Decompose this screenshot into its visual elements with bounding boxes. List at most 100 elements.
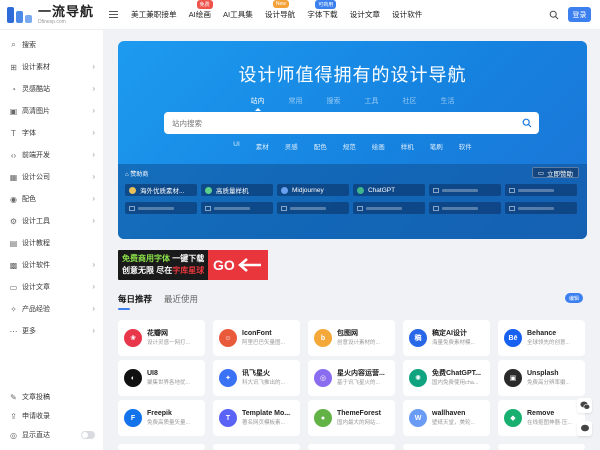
quick-link[interactable]: 配色 (314, 141, 327, 151)
sidebar-item[interactable]: T 字体 › (0, 125, 103, 141)
search-icon[interactable] (548, 9, 560, 21)
window-icon: ▭ (537, 169, 544, 177)
quick-link[interactable]: 灵感 (285, 141, 298, 151)
sidebar-item[interactable]: ✧ 产品经验 › (0, 301, 103, 317)
sidebar-item[interactable]: ⚙ 设计工具 › (0, 213, 103, 229)
site-card[interactable] (308, 444, 395, 450)
sidebar-bottom-item[interactable]: ◎ 显示直达 (0, 427, 103, 443)
quick-link[interactable]: UI (233, 141, 240, 151)
search-icon[interactable] (519, 115, 535, 131)
quick-link[interactable]: 样机 (401, 141, 414, 151)
site-card[interactable]: ✦ 讯飞星火 科大讯飞推出的... (213, 360, 300, 396)
site-card[interactable]: ◆ Remove 在线抠图神器·压... (498, 400, 585, 436)
quick-link[interactable]: 绘画 (372, 141, 385, 151)
search-tab[interactable]: 常用 (289, 96, 303, 106)
direct-toggle[interactable] (81, 431, 95, 439)
sidebar-item[interactable]: ▦ 设计公司 › (0, 169, 103, 185)
search-tab[interactable]: 生活 (441, 96, 455, 106)
site-card[interactable] (498, 444, 585, 450)
search-tab[interactable]: 站内 (251, 96, 265, 111)
search-tab[interactable]: 搜索 (327, 96, 341, 106)
sponsor-slot[interactable] (353, 202, 425, 214)
quick-links: UI 素材 灵感 配色 规范 绘画 样机 笔刷 软件 (118, 141, 587, 151)
nav-item[interactable]: 设计软件 (392, 9, 422, 20)
nav-item[interactable]: AI工具集 (223, 9, 253, 20)
sidebar-item[interactable]: ⌕ 搜索 (0, 37, 103, 53)
image-icon (129, 205, 135, 211)
site-card[interactable]: 稿稿定AI设计 海量免费素材模... (403, 320, 490, 356)
search-tab[interactable]: 社区 (403, 96, 417, 106)
site-card[interactable]: ◎ 星火内容运营... 基于讯飞星火的... (308, 360, 395, 396)
sidebar-item[interactable]: ⊞ 设计素材 › (0, 59, 103, 75)
sponsor-button[interactable]: ▭ 立即赞助 (531, 167, 579, 178)
sponsor-slot[interactable]: Midjourney (277, 184, 349, 196)
section-tab[interactable]: 最近使用 (164, 293, 198, 305)
sponsor-slot[interactable] (429, 202, 501, 214)
sidebar-item[interactable]: ▣ 高清图片 › (0, 103, 103, 119)
sponsor-slot[interactable]: 海外优质素材... (125, 184, 197, 196)
site-card[interactable]: F Freepik 免费高质量矢量... (118, 400, 205, 436)
site-card[interactable]: ✺ 免费ChatGPT... 国内免费使用cha... (403, 360, 490, 396)
quick-link[interactable]: 笔刷 (430, 141, 443, 151)
site-card[interactable] (403, 444, 490, 450)
sponsor-slot[interactable]: 高质量样机 (201, 184, 273, 196)
site-card[interactable]: ☺ IconFont 阿里巴巴矢量图... (213, 320, 300, 356)
more-icon: ⋯ (9, 326, 18, 336)
nav-item[interactable]: 美工兼职接单 (131, 9, 177, 20)
site-card[interactable] (213, 444, 300, 450)
font-ad-banner[interactable]: 免费商用字体 一键下载 创意无限 尽在字库星球 GO (118, 250, 268, 280)
edit-icon: ✎ (10, 392, 17, 402)
nav-item[interactable]: 字体下载 可商用 (307, 0, 338, 20)
sidebar-bottom-item[interactable]: ⇪ 申请收录 (0, 408, 103, 424)
site-card[interactable]: ❀ 花瓣网 设计灵感一网打... (118, 320, 205, 356)
sponsor-slot[interactable]: ChatGPT (353, 184, 425, 196)
site-card[interactable]: b 包图网 创意设计素材的... (308, 320, 395, 356)
sponsor-label: Midjourney (292, 186, 324, 194)
placeholder-bar (138, 206, 174, 210)
sidebar-item-label: 搜索 (22, 42, 36, 49)
sidebar-bottom-item[interactable]: ✎ 文章投稿 (0, 389, 103, 405)
sidebar-item[interactable]: ‹› 前端开发 › (0, 147, 103, 163)
sponsor-slot[interactable] (429, 184, 501, 196)
site-card[interactable]: T Template Mo... 著名网页模板素... (213, 400, 300, 436)
site-name: wallhaven (432, 410, 466, 417)
nav-item[interactable]: 设计文章 (350, 9, 380, 20)
sidebar-item[interactable]: ⋯ 更多 › (0, 323, 103, 339)
site-card[interactable]: Bē Behance 全球领先的创意... (498, 320, 585, 356)
site-card[interactable]: ● ThemeForest 国内最大的网站... (308, 400, 395, 436)
site-name: Remove (527, 410, 555, 417)
nav-item-label: 设计文章 (349, 10, 381, 19)
menu-icon[interactable] (106, 8, 120, 22)
nav-item[interactable]: 设计导航 New (265, 0, 295, 20)
site-card[interactable]: ◐ UI8 聚集世界各地优... (118, 360, 205, 396)
sidebar-item[interactable]: ▤ 设计教程 (0, 235, 103, 251)
sponsor-slot[interactable] (277, 202, 349, 214)
site-name: Unsplash (527, 370, 559, 377)
sidebar-item[interactable]: ◔ 灵感酷站 › (0, 81, 103, 97)
login-button[interactable]: 登录 (568, 7, 591, 22)
site-card[interactable]: ▣ Unsplash 免费高分辨率摄... (498, 360, 585, 396)
hero-search-input[interactable] (172, 118, 519, 128)
wechat-icon[interactable] (577, 398, 592, 413)
site-logo-icon: b (314, 329, 332, 347)
site-card[interactable] (118, 444, 205, 450)
chat-icon[interactable] (577, 421, 592, 436)
quick-link[interactable]: 素材 (256, 141, 269, 151)
search-icon: ⌕ (11, 40, 16, 49)
sponsor-slot[interactable] (201, 202, 273, 214)
section-tab[interactable]: 每日推荐 (118, 293, 152, 310)
sponsor-slot[interactable] (125, 202, 197, 214)
sponsor-label: 高质量样机 (216, 188, 249, 195)
sponsor-slot[interactable] (505, 202, 577, 214)
sidebar-item[interactable]: ◉ 配色 › (0, 191, 103, 207)
site-card[interactable]: Wwallhaven 壁纸天堂，美轮... (403, 400, 490, 436)
edit-button[interactable]: 编辑 (565, 293, 584, 303)
quick-link[interactable]: 软件 (459, 141, 472, 151)
quick-link[interactable]: 规范 (343, 141, 356, 151)
search-tab[interactable]: 工具 (365, 96, 379, 106)
nav-item[interactable]: AI绘画 免费 (189, 0, 213, 20)
sidebar-item[interactable]: ▩ 设计软件 › (0, 257, 103, 273)
sidebar-item[interactable]: ▭ 设计文章 › (0, 279, 103, 295)
logo[interactable]: 一流导航 Dfinesp.com (0, 0, 103, 30)
sponsor-slot[interactable] (505, 184, 577, 196)
